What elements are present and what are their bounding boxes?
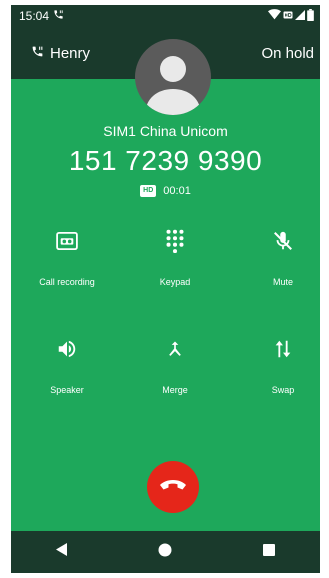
held-caller-name: Henry <box>50 44 91 62</box>
sim-carrier: SIM1 China Unicom <box>103 123 228 139</box>
keypad-button[interactable]: Keypad <box>130 227 220 287</box>
hd-badge: HD <box>140 185 157 197</box>
action-label: Merge <box>162 385 188 395</box>
swap-button[interactable]: Swap <box>238 335 320 395</box>
back-icon[interactable] <box>56 543 68 561</box>
in-call-screen: 15:04 Henry On hold SIM1 China Unicom 15… <box>11 5 320 573</box>
speaker-icon <box>53 335 81 363</box>
mute-button[interactable]: Mute <box>238 227 320 287</box>
merge-button[interactable]: Merge <box>130 335 220 395</box>
call-active-icon <box>53 9 64 23</box>
end-call-button[interactable] <box>147 461 199 513</box>
navigation-bar <box>11 531 320 573</box>
merge-icon <box>161 335 189 363</box>
action-label: Mute <box>272 277 293 287</box>
action-label: Speaker <box>50 385 84 395</box>
home-icon[interactable] <box>158 543 172 562</box>
status-time: 15:04 <box>19 9 50 23</box>
signal-icon <box>295 9 305 23</box>
action-label: Call recording <box>39 277 95 287</box>
speaker-button[interactable]: Speaker <box>22 335 112 395</box>
call-paused-icon <box>31 45 44 62</box>
person-icon <box>145 56 201 115</box>
status-bar: 15:04 <box>11 5 320 27</box>
wifi-icon <box>268 9 281 23</box>
hd-call-icon <box>283 9 293 23</box>
hold-status: On hold <box>261 44 314 62</box>
hang-up-icon <box>159 478 187 497</box>
phone-number: 151 7239 9390 <box>68 145 263 176</box>
action-label: Keypad <box>159 277 191 287</box>
call-recording-button[interactable]: Call recording <box>22 227 112 287</box>
recents-icon[interactable] <box>262 543 275 561</box>
keypad-icon <box>161 227 189 255</box>
call-duration: 00:01 <box>163 185 191 197</box>
swap-icon <box>269 335 297 363</box>
recording-icon <box>53 227 81 255</box>
call-timer: HD 00:01 <box>11 185 320 197</box>
contact-avatar <box>135 39 211 115</box>
action-label: Swap <box>271 385 295 395</box>
mute-icon <box>269 227 297 255</box>
battery-icon <box>307 8 314 24</box>
